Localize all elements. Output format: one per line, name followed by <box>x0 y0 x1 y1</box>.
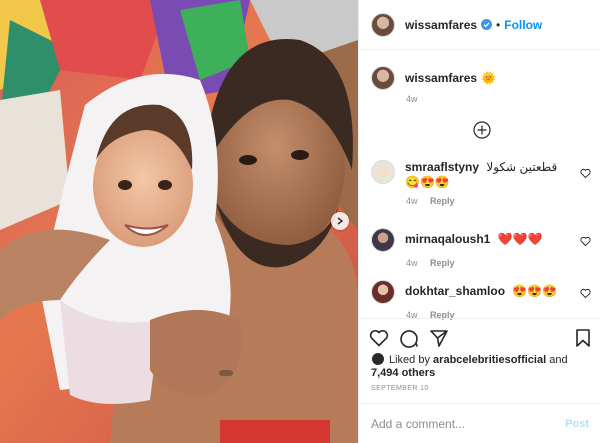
post-header: wissamfares • Follow <box>359 0 600 50</box>
verified-badge-icon <box>481 19 493 30</box>
plus-circle-icon[interactable] <box>473 121 491 139</box>
header-separator: • <box>496 17 501 32</box>
heart-icon[interactable] <box>580 168 591 179</box>
caption-username[interactable]: wissamfares <box>405 71 477 85</box>
paper-plane-icon[interactable] <box>429 328 449 348</box>
likes-prefix: Liked by <box>389 354 430 366</box>
comment-icon[interactable] <box>399 328 419 348</box>
post-side-panel: wissamfares • Follow wissamfares 🌞 4w sm… <box>358 0 600 443</box>
comment-item: mirnaqaloush1 ❤️❤️❤️ 4w Reply <box>371 228 591 268</box>
post-date[interactable]: SEPTEMBER 10 <box>371 385 429 392</box>
likes-summary: Liked by arabcelebritiesofficial and 7,4… <box>371 352 591 380</box>
heart-icon[interactable] <box>580 288 591 299</box>
chevron-right-icon <box>337 217 344 225</box>
post-caption: wissamfares 🌞 4w <box>371 66 591 104</box>
comment-timestamp[interactable]: 4w <box>406 196 418 206</box>
reply-button[interactable]: Reply <box>430 196 455 206</box>
comment-username[interactable]: smraaflstyny <box>405 160 479 174</box>
caption-text: 🌞 <box>481 71 496 85</box>
avatar[interactable] <box>371 160 395 184</box>
comment-username[interactable]: mirnaqaloush1 <box>405 232 490 246</box>
instagram-post: wissamfares • Follow wissamfares 🌞 4w sm… <box>0 0 600 443</box>
photo-image <box>0 0 358 443</box>
comment-item: smraaflstyny قطعتين شكولا 😋😍😍 4w Reply <box>371 160 591 206</box>
comment-item: dokhtar_shamloo 😍😍😍 4w Reply <box>371 280 591 320</box>
avatar[interactable] <box>371 280 395 304</box>
avatar <box>371 352 385 366</box>
comment-text: 😍😍😍 <box>512 284 558 298</box>
reply-button[interactable]: Reply <box>430 258 455 268</box>
likes-count[interactable]: 7,494 others <box>371 367 435 379</box>
liked-by-username[interactable]: arabcelebritiesofficial <box>433 354 546 366</box>
avatar[interactable] <box>371 66 395 90</box>
comment-username[interactable]: dokhtar_shamloo <box>405 284 505 298</box>
avatar[interactable] <box>371 12 395 37</box>
comment-input[interactable] <box>371 416 566 431</box>
comment-timestamp[interactable]: 4w <box>406 258 418 268</box>
post-comment-button[interactable]: Post <box>565 418 589 430</box>
avatar[interactable] <box>371 228 395 252</box>
heart-icon[interactable] <box>580 236 591 247</box>
caption-timestamp[interactable]: 4w <box>406 94 591 104</box>
likes-and: and <box>549 354 568 366</box>
post-photo[interactable] <box>0 0 358 443</box>
heart-icon[interactable] <box>369 328 389 348</box>
comment-text: ❤️❤️❤️ <box>497 232 543 246</box>
follow-button[interactable]: Follow <box>504 18 542 32</box>
add-comment-bar: Post <box>359 403 600 443</box>
bookmark-icon[interactable] <box>573 328 593 348</box>
next-photo-button[interactable] <box>331 212 349 230</box>
author-username[interactable]: wissamfares <box>405 18 477 32</box>
